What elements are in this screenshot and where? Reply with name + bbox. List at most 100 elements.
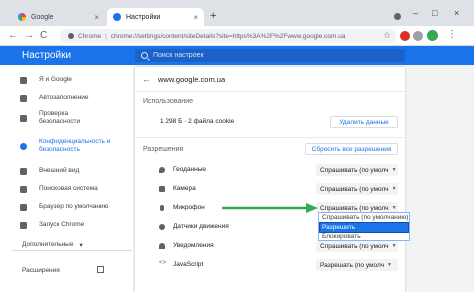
sidebar-item-on-startup[interactable]: Запуск Chrome	[0, 217, 133, 233]
page-title: Настройки	[22, 50, 72, 61]
tab-strip: Google × Настройки × + – □ ×	[0, 0, 474, 26]
permission-select[interactable]: Спрашивать (по умолч ▼	[316, 240, 398, 252]
minimize-button[interactable]: –	[413, 8, 418, 18]
permission-value: Спрашивать (по умолч	[320, 242, 389, 250]
permission-label: Микрофон	[173, 204, 205, 211]
option-ask[interactable]: Спрашивать (по умолчанию)	[322, 214, 408, 221]
browser-menu-icon[interactable]: ⋮	[447, 29, 457, 40]
permissions-section-title: Разрешения	[143, 146, 184, 153]
open-in-new-icon[interactable]	[97, 266, 104, 273]
chrome-icon	[68, 33, 74, 39]
search-icon	[20, 185, 27, 193]
person-icon	[20, 76, 27, 84]
sidebar-item-label: Браузер по умолчанию	[39, 203, 109, 210]
scheme-label: Chrome	[78, 32, 102, 40]
divider	[135, 91, 405, 92]
reload-button[interactable]: C	[40, 30, 47, 42]
sidebar-item-label: Автозаполнение	[39, 94, 89, 101]
sidebar-advanced-toggle[interactable]: Дополнительные ▾	[22, 241, 83, 249]
extensions-puzzle-icon[interactable]	[413, 31, 423, 41]
extension-icon[interactable]	[400, 31, 410, 41]
chevron-down-icon: ▼	[391, 243, 397, 249]
sidebar-item-default-browser[interactable]: Браузер по умолчанию	[0, 199, 133, 215]
url-text: chrome://settings/content/siteDetails?si…	[110, 32, 346, 40]
permission-select[interactable]: Разрешать (по умолч ▼	[316, 259, 398, 271]
sidebar-item-label: Поисковая система	[39, 185, 98, 192]
sidebar-item-label: Проверка безопасности	[39, 110, 81, 125]
microphone-icon	[160, 205, 164, 211]
annotation-arrow-icon	[222, 203, 318, 213]
settings-header: Настройки Поиск настроек	[0, 46, 474, 65]
settings-favicon-icon	[113, 13, 121, 21]
permission-value: Спрашивать (по умолч	[320, 166, 389, 174]
shield-icon	[20, 142, 27, 150]
code-icon: <>	[159, 260, 167, 266]
permission-label: JavaScript	[173, 261, 204, 268]
tab-google[interactable]: Google ×	[12, 8, 105, 26]
clear-data-button[interactable]: Удалить данные	[330, 116, 398, 128]
chevron-down-icon: ▾	[79, 242, 83, 249]
reset-permissions-button[interactable]: Сбросить все разрешения	[305, 143, 398, 155]
camera-icon	[159, 186, 165, 192]
sidebar-item-you-and-google[interactable]: Я и Google	[0, 72, 133, 88]
settings-sidebar: Я и Google Автозаполнение Проверка безоп…	[0, 65, 133, 292]
permission-label: Уведомления	[173, 242, 214, 249]
settings-search-input[interactable]: Поиск настроек	[135, 49, 405, 62]
clipboard-icon	[20, 94, 27, 102]
permission-label: Камера	[173, 185, 196, 192]
shield-check-icon	[20, 114, 27, 122]
sidebar-item-autofill[interactable]: Автозаполнение	[0, 90, 133, 106]
sidebar-item-search-engine[interactable]: Поисковая система	[0, 181, 133, 197]
usage-details: 1 298 Б · 2 файла cookie	[160, 118, 235, 125]
search-icon	[141, 52, 148, 59]
window-close-button[interactable]: ×	[454, 8, 459, 18]
divider	[135, 137, 405, 138]
permission-value: Спрашивать (по умолч	[320, 185, 389, 193]
google-favicon-icon	[18, 13, 26, 21]
sidebar-item-label: Конфиденциальность и безопасность	[39, 138, 111, 153]
motion-sensor-icon	[159, 224, 165, 230]
site-url-heading: www.google.com.ua	[158, 75, 226, 84]
sidebar-item-label: Я и Google	[39, 76, 72, 83]
option-block[interactable]: Блокировать	[322, 233, 361, 240]
sidebar-item-label: Запуск Chrome	[39, 221, 85, 228]
permission-label: Геоданные	[173, 166, 207, 173]
close-tab-icon[interactable]: ×	[94, 13, 99, 22]
back-arrow-icon[interactable]: ←	[142, 74, 151, 84]
sidebar-item-appearance[interactable]: Внешний вид	[0, 163, 133, 179]
permission-label: Датчики движения	[173, 223, 229, 230]
permission-value: Разрешать (по умолч	[320, 261, 384, 269]
search-placeholder: Поиск настроек	[153, 52, 204, 59]
close-tab-icon[interactable]: ×	[193, 13, 198, 22]
permission-select[interactable]: Спрашивать (по умолч ▼	[316, 183, 398, 195]
tab-title: Настройки	[126, 13, 161, 21]
sidebar-item-extensions[interactable]: Расширения	[22, 267, 60, 274]
permission-row-javascript: <> JavaScript Разрешать (по умолч ▼	[135, 256, 405, 274]
maximize-button[interactable]: □	[432, 8, 437, 18]
tab-settings[interactable]: Настройки ×	[107, 8, 204, 26]
usage-section-title: Использование	[143, 98, 194, 105]
power-icon	[20, 221, 27, 229]
sidebar-item-label: Внешний вид	[39, 167, 80, 174]
sidebar-item-safety-check[interactable]: Проверка безопасности	[0, 108, 133, 128]
permission-select[interactable]: Спрашивать (по умолч ▼	[316, 164, 398, 176]
back-button[interactable]: ←	[8, 30, 18, 42]
chevron-down-icon: ▼	[387, 262, 392, 268]
new-tab-button[interactable]: +	[210, 10, 216, 22]
chevron-down-icon: ▼	[391, 205, 397, 211]
permission-row-location: Геоданные Спрашивать (по умолч ▼	[135, 161, 405, 179]
address-bar[interactable]: Chrome | chrome://settings/content/siteD…	[60, 29, 396, 43]
forward-button[interactable]: →	[24, 30, 34, 42]
chevron-down-icon: ▼	[391, 167, 397, 173]
microphone-permission-dropdown: Спрашивать (по умолчанию) Разрешить Блок…	[318, 212, 410, 241]
tab-search-icon[interactable]	[394, 13, 401, 20]
option-allow[interactable]: Разрешить	[319, 222, 409, 233]
bookmark-star-icon[interactable]: ☆	[383, 30, 391, 41]
sidebar-item-privacy[interactable]: Конфиденциальность и безопасность	[0, 136, 133, 156]
notification-icon	[159, 243, 165, 249]
sidebar-divider	[12, 250, 132, 251]
profile-avatar[interactable]	[427, 30, 438, 41]
browser-toolbar: ← → C Chrome | chrome://settings/content…	[0, 26, 474, 46]
tab-title: Google	[31, 13, 54, 21]
palette-icon	[20, 167, 27, 175]
